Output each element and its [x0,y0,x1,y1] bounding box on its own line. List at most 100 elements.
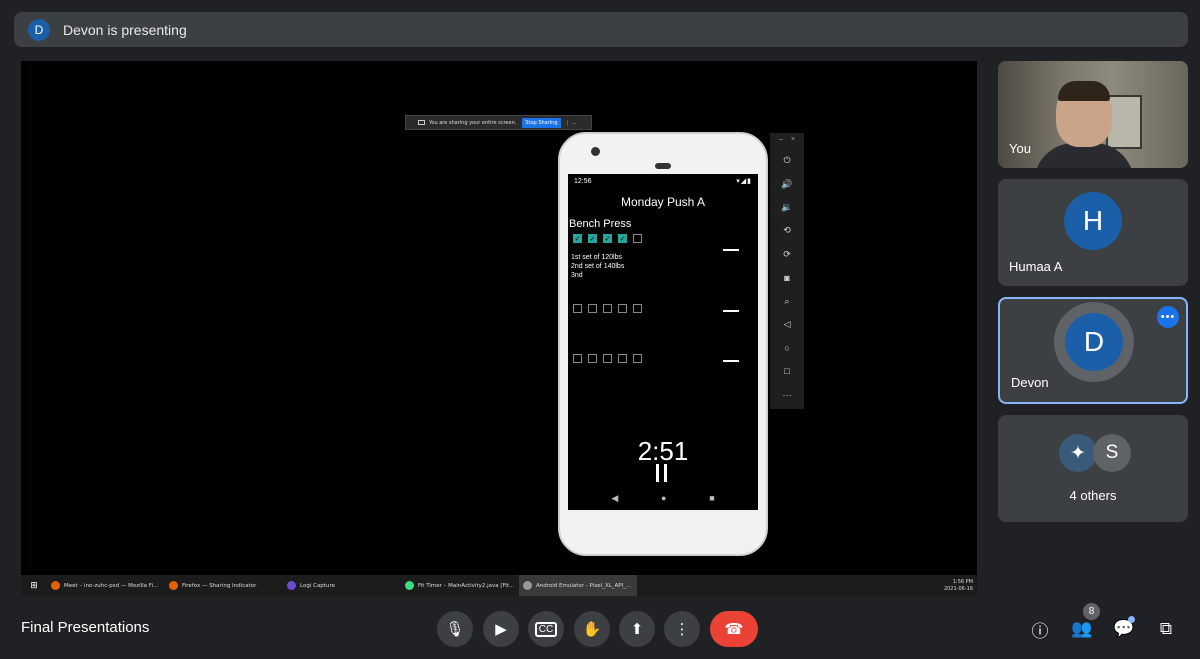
set-checkbox[interactable] [633,304,642,313]
set-checkbox[interactable] [573,304,582,313]
taskbar-item[interactable]: Fit Timer – MainActivity2.java [Fit... [401,575,519,596]
remove-set-button[interactable] [723,360,739,362]
app-icon [287,581,296,590]
remove-set-button[interactable] [723,310,739,312]
taskbar-item[interactable]: Android Emulator - Pixel_XL_API_... [519,575,637,596]
checkbox-row: ✓ ✓ ✓ ✓ [573,234,642,243]
video-camera-icon: ▶ [495,621,507,638]
set-checkbox[interactable] [633,234,642,243]
activities-button[interactable]: ⧉ [1154,617,1178,641]
taskbar-clock[interactable]: 1:56 PM 2021-06-16 [944,579,973,593]
set-checkbox[interactable] [588,354,597,363]
set-checkbox[interactable] [573,354,582,363]
present-icon: ⬆ [630,621,644,638]
nav-home-button[interactable]: ● [661,493,666,504]
taskbar-item-label: Meet – ino-zuhc-psd — Mozilla Fi... [64,582,159,589]
status-time: 12:56 [574,178,592,185]
captions-icon: CC [534,621,558,637]
set-checkbox[interactable] [618,354,627,363]
participant-name: Devon [1011,375,1049,390]
people-count-badge: 8 [1083,603,1100,620]
participant-tile-you[interactable]: You [998,61,1188,168]
set-checkbox[interactable] [588,304,597,313]
avatar: D [1065,313,1123,371]
windows-start-icon[interactable]: ⊞ [21,581,47,591]
pause-button[interactable] [656,464,667,482]
meeting-details-button[interactable]: ⓘ [1028,617,1052,641]
camera-icon[interactable]: ◙ [784,266,789,289]
set-checkbox[interactable] [603,304,612,313]
emulator-close-button[interactable]: × [791,136,795,143]
set-checkbox[interactable] [633,354,642,363]
taskbar-item[interactable]: Meet – ino-zuhc-psd — Mozilla Fi... [47,575,165,596]
participant-name: Humaa A [1009,259,1063,274]
app-icon [523,581,532,590]
people-icon: 👥 [1071,619,1093,638]
overview-icon[interactable]: □ [784,360,789,383]
presenter-avatar: D [28,18,50,41]
present-now-button[interactable]: ⬆ [619,611,655,647]
others-avatar-photo: ✦ [1059,434,1097,472]
app-icon [169,581,178,590]
participant-tile-others[interactable]: ✦ S 4 others [998,415,1188,522]
leave-call-button[interactable]: ☎ [710,611,758,647]
taskbar-item-label: Fit Timer – MainActivity2.java [Fit... [418,582,515,589]
activities-icon: ⧉ [1159,619,1173,638]
more-vert-icon: ⋮ [674,621,690,638]
more-options-button[interactable]: ••• [1157,306,1179,328]
presenting-bar: D Devon is presenting [14,12,1188,47]
set-checkbox[interactable] [618,304,627,313]
set-checkbox[interactable]: ✓ [618,234,627,243]
app-title: Monday Push A [620,195,706,209]
stop-sharing-button[interactable]: Stop Sharing [522,117,561,128]
zoom-icon[interactable]: ⌕ [784,289,789,312]
emulator-minimize-button[interactable]: – [779,136,783,143]
volume-down-icon[interactable]: 🔉 [781,196,792,219]
exercise-name: Bench Press [569,218,632,230]
app-icon [51,581,60,590]
meeting-title: Final Presentations [21,619,150,636]
taskbar-item[interactable]: Firefox — Sharing Indicator [165,575,283,596]
volume-up-icon[interactable]: 🔊 [781,172,792,195]
android-nav-bar: ◀ ● ■ [568,493,758,504]
avatar: H [1064,192,1122,250]
nav-back-button[interactable]: ◀ [611,493,618,504]
set-checkbox[interactable]: ✓ [573,234,582,243]
set-checkbox[interactable] [603,354,612,363]
presenting-label: Devon is presenting [63,21,187,38]
nav-recents-button[interactable]: ■ [709,493,714,504]
phone-screen: 12:56 ▾◢▮ Monday Push A Bench Press ✓ ✓ ✓ ✓… [568,174,758,510]
home-icon[interactable]: ○ [784,336,789,359]
set-checkbox[interactable]: ✓ [588,234,597,243]
more-options-button[interactable]: ⋮ [664,611,700,647]
taskbar-item[interactable]: Logi Capture [283,575,401,596]
clock-date: 2021-06-16 [943,585,973,592]
checkbox-row [573,304,642,313]
taskbar-item-label: Android Emulator - Pixel_XL_API_... [536,582,632,589]
emulator-toolbar: – × ⏻ 🔊 🔉 ⟲ ⟳ ◙ ⌕ ◁ ○ □ ··· [770,133,804,409]
share-banner-more-button[interactable]: ... [566,119,576,126]
share-banner-text: You are sharing your entire screen. [429,119,517,126]
rest-timer: 2:51 [637,436,689,466]
phone-emulator: 12:56 ▾◢▮ Monday Push A Bench Press ✓ ✓ ✓ ✓… [558,132,768,556]
raise-hand-button[interactable]: ✋ [574,611,610,647]
rotate-left-icon[interactable]: ⟲ [783,219,791,242]
participant-tile-humaa[interactable]: H Humaa A [998,179,1188,286]
rotate-right-icon[interactable]: ⟳ [783,243,791,266]
camera-button[interactable]: ▶ [483,611,519,647]
more-icon[interactable]: ··· [783,383,792,406]
status-icons: ▾◢▮ [736,178,752,185]
set-checkbox[interactable]: ✓ [603,234,612,243]
power-icon[interactable]: ⏻ [783,149,790,172]
mic-icon: 🎙 [445,621,465,638]
participant-tile-devon[interactable]: D ••• Devon [998,297,1188,404]
others-avatar: S [1093,434,1131,472]
others-label: 4 others [1069,488,1117,503]
back-icon[interactable]: ◁ [784,313,791,336]
microphone-button[interactable]: 🎙 [437,611,473,647]
hand-icon: ✋ [582,621,602,638]
captions-button[interactable]: CC [528,611,564,647]
phone-camera [591,147,600,156]
remove-set-button[interactable] [723,249,739,251]
people-button[interactable]: 👥 [1070,617,1094,641]
